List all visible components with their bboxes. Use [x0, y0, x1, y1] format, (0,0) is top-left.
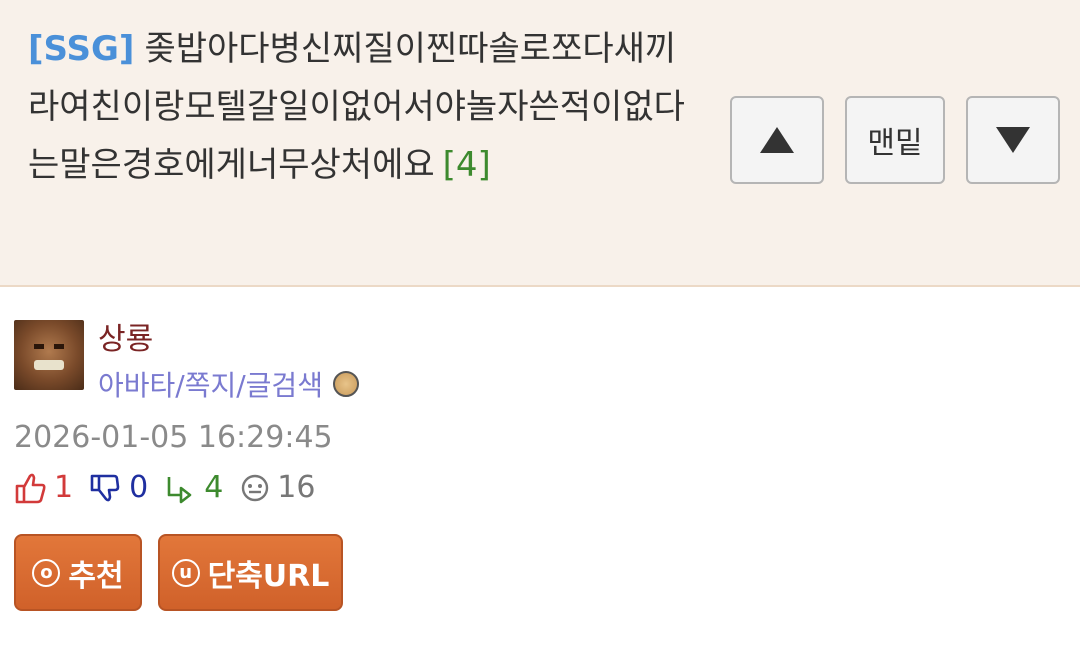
author-links-text[interactable]: 아바타/쪽지/글검색: [98, 364, 323, 404]
upvote-count: 1: [54, 470, 74, 505]
view-count: 16: [277, 470, 316, 505]
author-name[interactable]: 상룡: [98, 314, 153, 358]
post-tag[interactable]: [SSG]: [28, 29, 134, 69]
short-url-circle-icon: u: [171, 558, 200, 587]
scroll-up-button[interactable]: [730, 96, 824, 184]
downvote-count: 0: [129, 470, 149, 505]
short-url-button[interactable]: u 단축URL: [158, 534, 343, 611]
downvote-stat[interactable]: 0: [89, 470, 148, 505]
post-header: [SSG] 좆밥아다병신찌질이찐따솔로쪼다새끼라여친이랑모텔갈일이없어서야놀자쓴적…: [0, 0, 1080, 287]
triangle-up-icon: [760, 127, 794, 153]
avatar[interactable]: [14, 320, 84, 390]
comment-count[interactable]: [4]: [443, 145, 491, 185]
thumbs-down-icon: [90, 474, 120, 501]
post-stats: 1 0 4 16: [14, 470, 331, 505]
post-title: [SSG] 좆밥아다병신찌질이찐따솔로쪼다새끼라여친이랑모텔갈일이없어서야놀자쓴적…: [28, 20, 693, 194]
reply-stat[interactable]: 4: [164, 470, 223, 505]
author-links: 아바타/쪽지/글검색: [98, 364, 359, 404]
view-stat: 16: [239, 470, 315, 505]
go-bottom-button[interactable]: 맨밑: [845, 96, 945, 184]
avatar-teeth: [34, 360, 64, 370]
smiley-view-icon: [242, 474, 269, 501]
reply-count: 4: [204, 470, 224, 505]
avatar-eye-left: [34, 344, 44, 349]
short-url-label: 단축URL: [207, 558, 330, 594]
reply-arrow-icon: [167, 476, 192, 503]
triangle-down-icon: [996, 127, 1030, 153]
recommend-button[interactable]: o 추천: [14, 534, 142, 611]
post-datetime: 2026-01-05 16:29:45: [14, 420, 333, 455]
recommend-circle-icon: o: [32, 558, 61, 587]
recommend-label: 추천: [68, 558, 124, 594]
thumbs-up-icon: [15, 473, 46, 503]
level-badge-icon: [332, 371, 359, 397]
scroll-down-button[interactable]: [966, 96, 1060, 184]
upvote-stat[interactable]: 1: [14, 470, 73, 505]
avatar-eye-right: [54, 344, 64, 349]
